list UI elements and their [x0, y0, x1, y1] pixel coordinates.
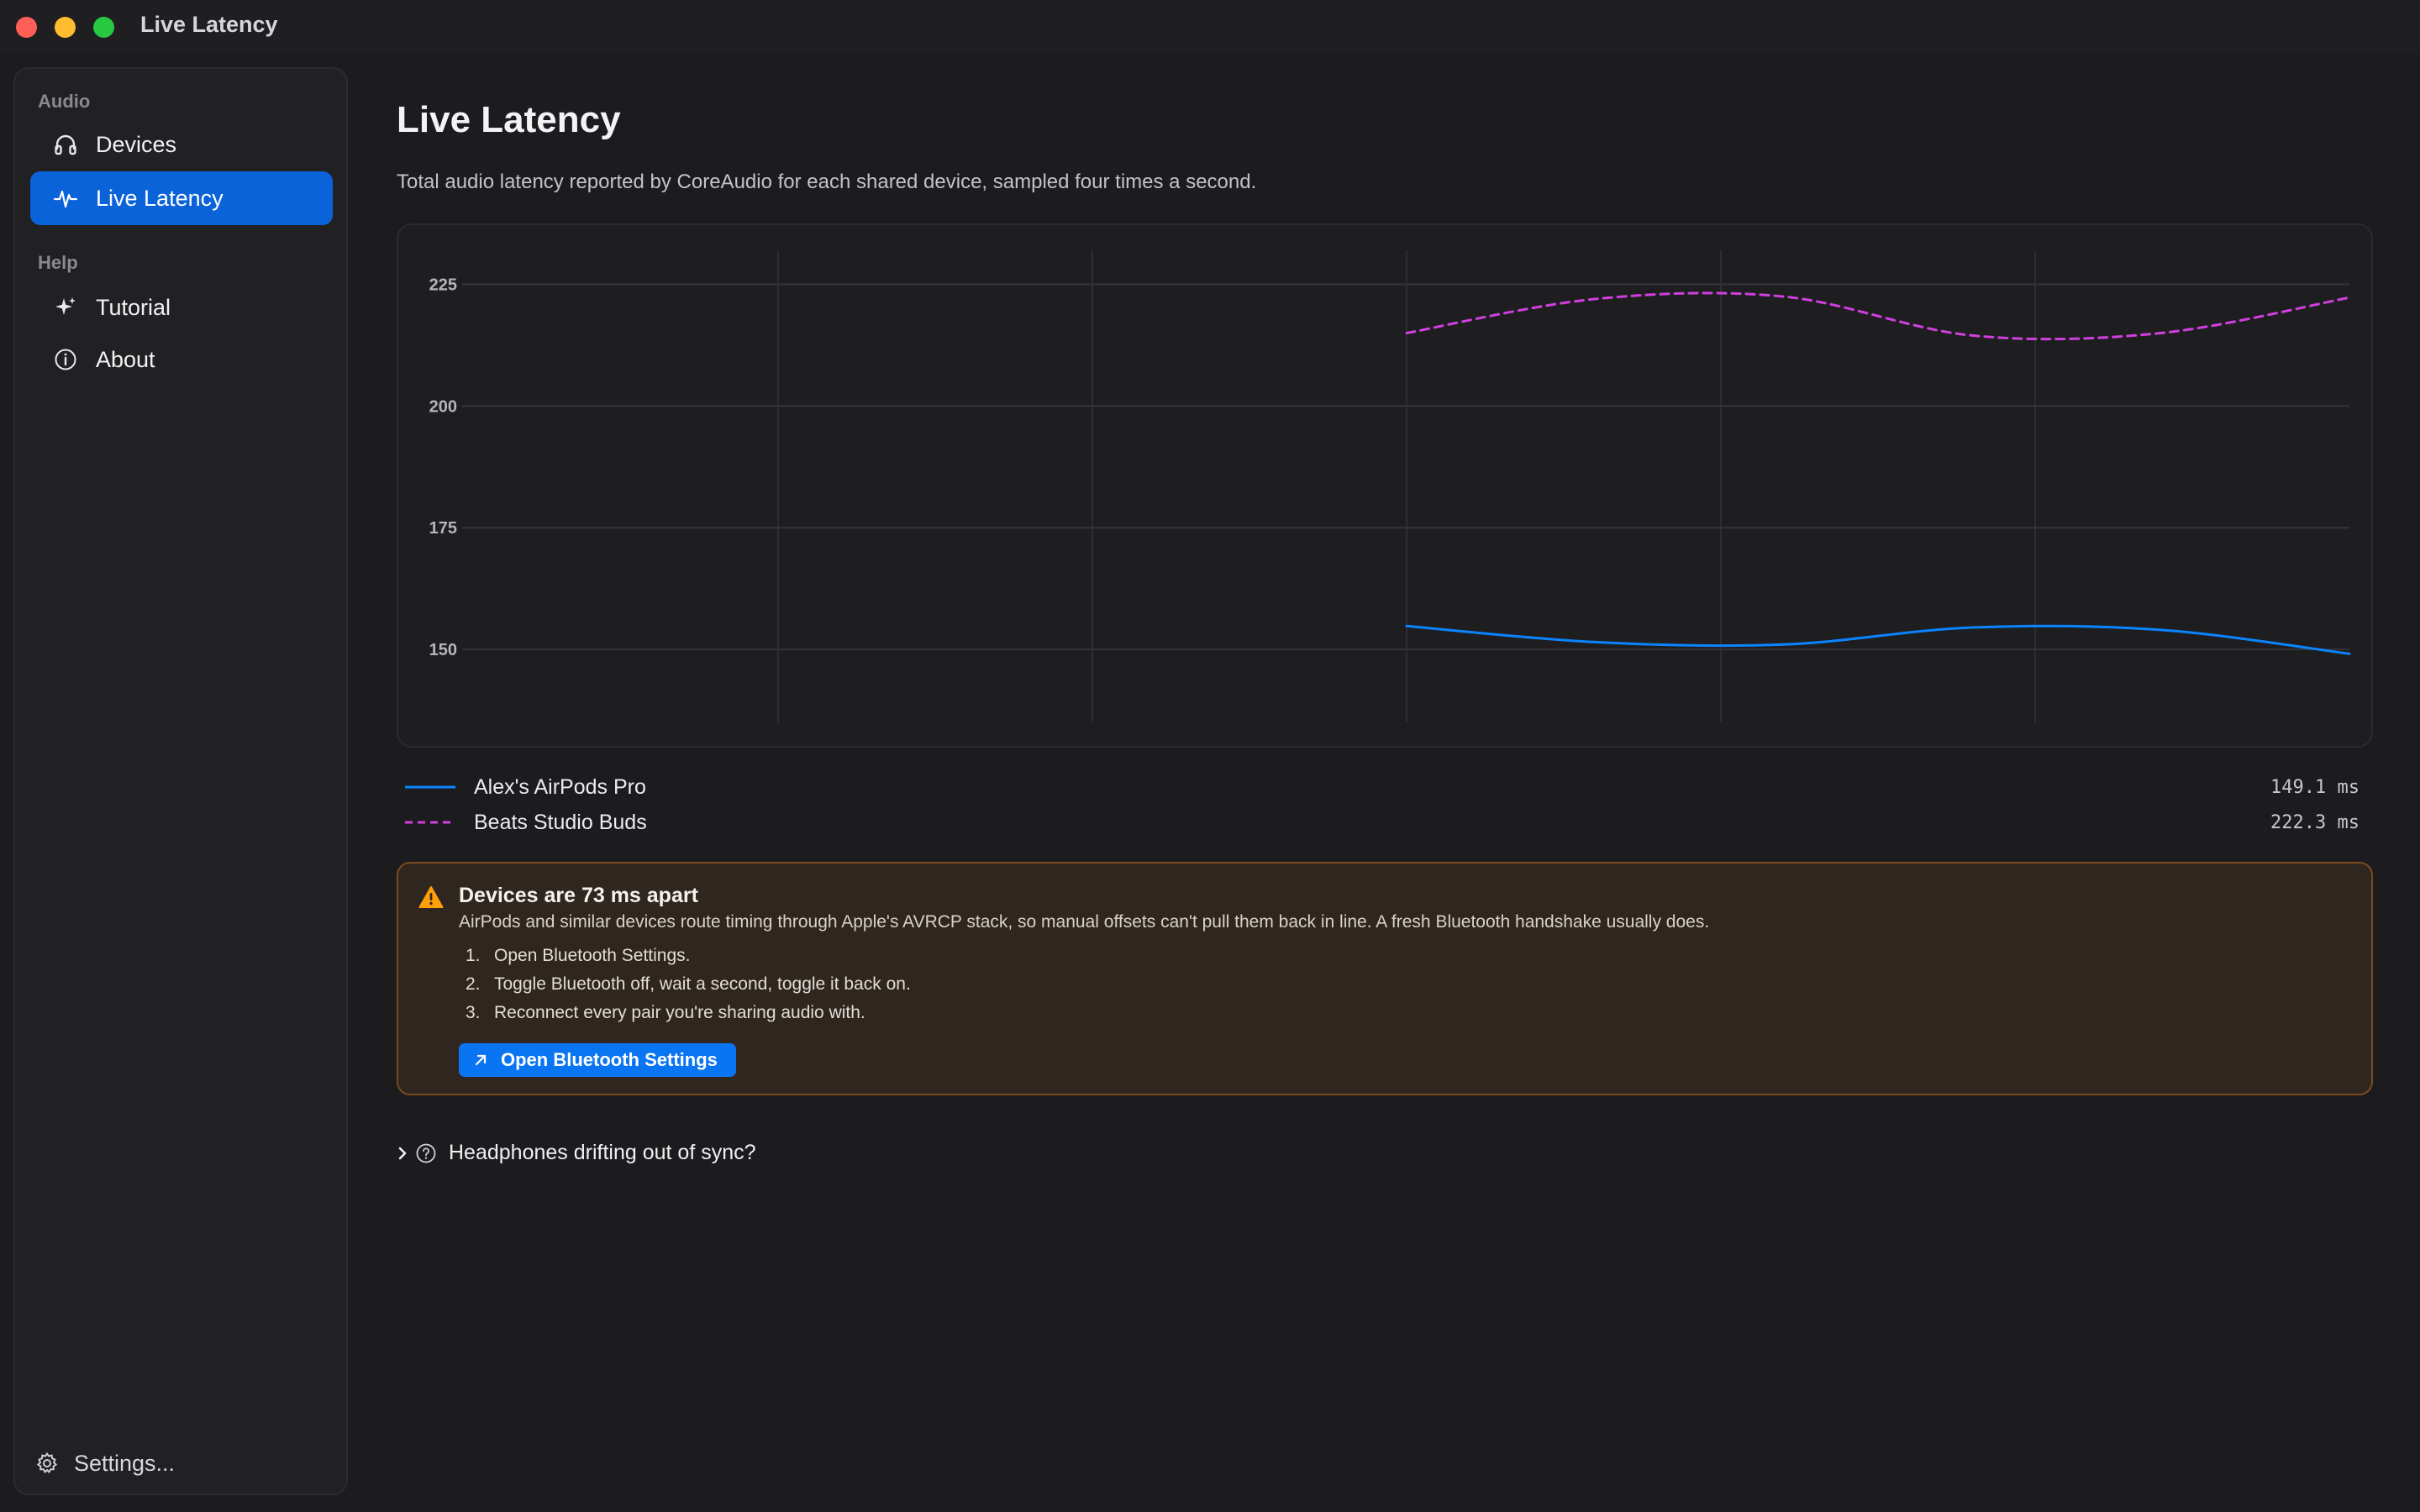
title-bar: Live Latency	[0, 0, 2420, 54]
chevron-right-icon	[397, 1145, 408, 1162]
sidebar-item-label: Live Latency	[96, 185, 224, 211]
latency-value: 149.1 ms	[2270, 776, 2360, 798]
sidebar-item-tutorial[interactable]: Tutorial	[30, 281, 333, 334]
latency-chart: 150 175 200 225	[397, 223, 2373, 748]
sidebar-item-live-latency[interactable]: Live Latency	[30, 171, 333, 225]
settings-button[interactable]: Settings...	[34, 1450, 175, 1477]
latency-value: 222.3 ms	[2270, 811, 2360, 833]
headphones-icon	[52, 131, 79, 158]
sidebar-item-about[interactable]: About	[30, 333, 333, 386]
warning-description: AirPods and similar devices route timing…	[459, 912, 1710, 932]
sidebar: Audio Devices Live Latency Help Tutorial	[13, 67, 348, 1495]
sidebar-item-label: Devices	[96, 131, 177, 157]
info-icon	[52, 346, 79, 373]
sync-warning-card: Devices are 73 ms apart AirPods and simi…	[397, 862, 2373, 1095]
legend-swatch-dashed	[405, 821, 455, 824]
question-circle-icon	[415, 1142, 437, 1164]
y-tick-label: 225	[429, 276, 457, 295]
sparkles-icon	[52, 294, 79, 321]
waveform-icon	[52, 185, 79, 212]
fix-step: 3. Reconnect every pair you're sharing au…	[466, 1003, 865, 1022]
gear-icon	[34, 1450, 60, 1477]
button-label: Open Bluetooth Settings	[501, 1049, 718, 1070]
disclosure-label: Headphones drifting out of sync?	[449, 1141, 756, 1164]
fix-steps-list: 1. Open Bluetooth Settings. 2. Toggle Blue…	[466, 946, 911, 1032]
open-bluetooth-settings-button[interactable]: Open Bluetooth Settings	[459, 1043, 736, 1077]
fix-step: 1. Open Bluetooth Settings.	[466, 946, 691, 965]
legend-label: Beats Studio Buds	[474, 810, 647, 834]
zoom-window-button[interactable]	[93, 17, 114, 38]
latency-chart-svg: 150 175 200 225	[429, 250, 2351, 722]
sidebar-item-label: Tutorial	[96, 294, 171, 320]
series-line-beats	[1405, 291, 2351, 341]
legend-label: Alex's AirPods Pro	[474, 774, 646, 799]
minimize-window-button[interactable]	[55, 17, 76, 38]
window-title: Live Latency	[140, 12, 278, 37]
settings-label: Settings...	[74, 1450, 176, 1476]
fix-step: 2. Toggle Bluetooth off, wait a second, t…	[466, 974, 911, 994]
arrow-up-right-icon	[472, 1052, 489, 1068]
sidebar-section-audio: Audio	[38, 91, 91, 112]
sidebar-section-help: Help	[38, 252, 78, 273]
legend-item-beats: Beats Studio Buds 222.3 ms	[405, 808, 2371, 837]
page-title: Live Latency	[397, 99, 621, 140]
sidebar-item-label: About	[96, 346, 155, 372]
warning-triangle-icon	[418, 885, 444, 913]
close-window-button[interactable]	[16, 17, 37, 38]
y-tick-label: 150	[429, 641, 457, 659]
warning-title: Devices are 73 ms apart	[459, 884, 698, 907]
legend-item-airpods: Alex's AirPods Pro 149.1 ms	[405, 773, 2371, 801]
y-tick-label: 200	[429, 397, 457, 416]
y-tick-label: 175	[429, 519, 457, 538]
legend-swatch-solid	[405, 785, 455, 789]
drift-help-disclosure[interactable]: Headphones drifting out of sync?	[397, 1141, 756, 1165]
page-subtitle: Total audio latency reported by CoreAudi…	[397, 171, 1257, 193]
sidebar-item-devices[interactable]: Devices	[30, 118, 333, 171]
